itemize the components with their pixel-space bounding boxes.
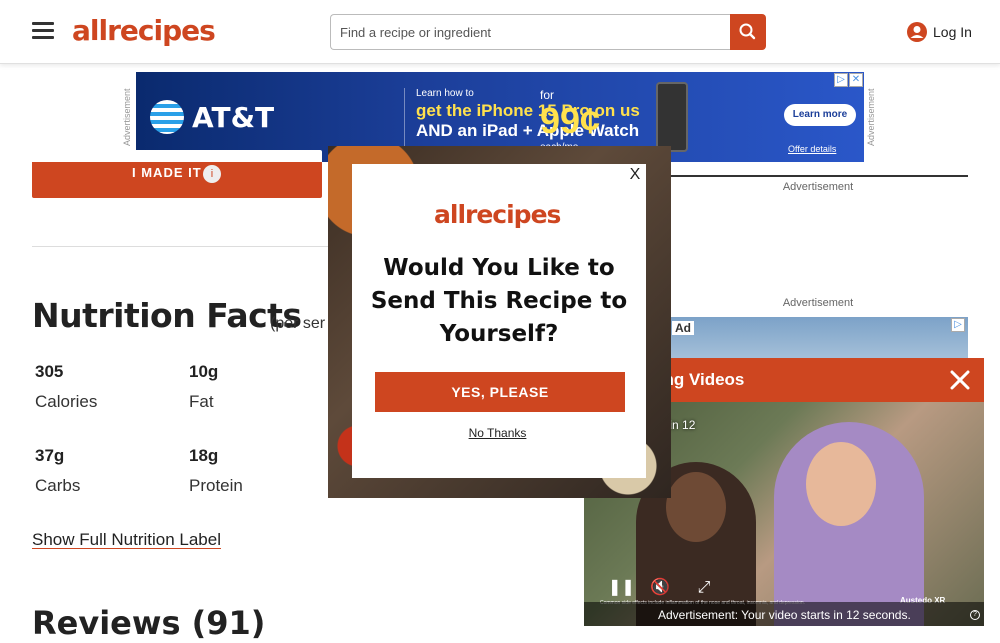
nutrition-protein-value: 18g <box>189 446 219 465</box>
reviews-heading: Reviews (91) <box>32 604 266 642</box>
ad-line-1: Learn how to <box>416 88 474 99</box>
pause-icon[interactable]: ❚❚ <box>608 578 635 598</box>
ad-choices-icon[interactable]: ▷ <box>834 73 848 87</box>
nutrition-calories-value: 305 <box>35 362 64 381</box>
right-ad-label-1: Advertisement <box>782 181 854 193</box>
nutrition-carbs-value: 37g <box>35 446 65 465</box>
hamburger-menu-icon[interactable] <box>32 22 54 40</box>
att-brand-text: AT&T <box>192 100 275 134</box>
ipad-image <box>656 82 688 152</box>
nutrition-carbs-label: Carbs <box>35 476 81 495</box>
ad-price: 99¢ <box>540 100 601 141</box>
nutrition-facts-heading: Nutrition Facts <box>32 296 302 335</box>
ad-line-2a: get the iPhone 15 Pro on us <box>416 101 640 120</box>
login-button[interactable]: Log In <box>906 20 972 44</box>
ad-offer-details-link[interactable]: Offer details <box>788 144 836 154</box>
nutrition-fat-value: 10g <box>189 362 219 381</box>
right-ad-choices-icon[interactable]: ▷ <box>951 318 965 332</box>
show-full-nutrition-link[interactable]: Show Full Nutrition Label <box>32 530 221 550</box>
att-globe-icon <box>150 100 184 134</box>
ad-line-2: get the iPhone 15 Pro on us AND an iPad … <box>416 101 640 141</box>
right-ad-label-2: Advertisement <box>782 297 854 309</box>
nutrition-protein-label: Protein <box>189 476 243 495</box>
fullscreen-icon[interactable]: ⤢ <box>694 578 714 598</box>
video-face-1 <box>666 472 726 542</box>
popup-no-thanks-link[interactable]: No Thanks <box>375 426 620 440</box>
search-icon <box>739 23 756 40</box>
video-ad-notice: Advertisement: Your video starts in 12 s… <box>658 608 911 622</box>
login-label: Log In <box>933 24 972 40</box>
video-close-button[interactable] <box>948 368 972 392</box>
nutrition-fat-label: Fat <box>189 392 214 411</box>
top-ad-side-label-right: Advertisement <box>866 88 876 146</box>
popup-logo: allrecipes <box>434 200 561 229</box>
search-input[interactable] <box>330 14 731 50</box>
search-button[interactable] <box>730 14 766 50</box>
site-header: allrecipes Log In <box>0 0 1000 64</box>
top-ad-side-label-left: Advertisement <box>122 88 132 146</box>
nutrition-calories-label: Calories <box>35 392 98 411</box>
popup-close-button[interactable]: X <box>627 166 643 186</box>
right-column-rule <box>668 175 968 177</box>
close-icon <box>950 370 970 390</box>
mute-icon[interactable]: 🔇 <box>650 578 670 598</box>
popup-heading: Would You Like to Send This Recipe to Yo… <box>370 255 628 347</box>
ad-tag: Ad <box>672 321 694 335</box>
ad-divider <box>404 88 405 146</box>
att-brand: AT&T <box>150 100 274 134</box>
ad-line-2b: AND an iPad + Apple Watch <box>416 121 640 140</box>
ad-close-icon[interactable]: ✕ <box>849 73 863 87</box>
i-made-it-label: I MADE IT <box>132 165 202 180</box>
site-logo[interactable]: allrecipes <box>72 14 216 47</box>
logo-text: allrecipes <box>72 14 216 47</box>
video-face-2 <box>806 442 876 526</box>
nutrition-serving-note: (per ser <box>270 315 326 332</box>
user-account-icon <box>907 22 927 42</box>
help-icon[interactable]: ? <box>970 610 980 620</box>
info-icon: i <box>203 165 221 183</box>
ad-learn-more-button[interactable]: Learn more <box>784 104 856 126</box>
popup-yes-button[interactable]: YES, PLEASE <box>375 372 625 412</box>
